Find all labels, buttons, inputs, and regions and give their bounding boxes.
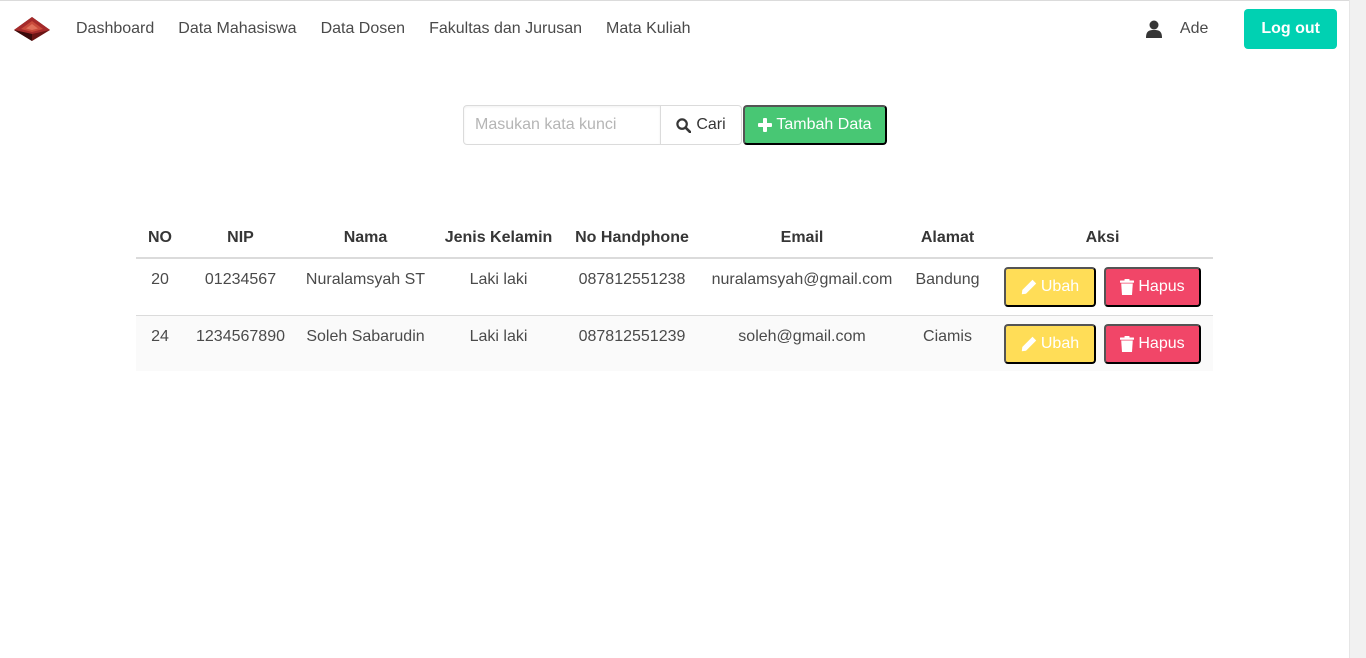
trash-icon bbox=[1120, 335, 1135, 352]
edit-button-label: Ubah bbox=[1040, 334, 1080, 352]
cell-nama: Nuralamsyah ST bbox=[297, 258, 434, 316]
logout-button[interactable]: Log out bbox=[1244, 9, 1337, 49]
header-nama: Nama bbox=[297, 218, 434, 259]
cell-nama: Soleh Sabarudin bbox=[306, 327, 425, 345]
user-menu[interactable]: Ade bbox=[1145, 20, 1209, 38]
vertical-scrollbar[interactable] bbox=[1349, 0, 1366, 658]
edit-button-label: Ubah bbox=[1040, 278, 1080, 295]
nav-fakultas-jurusan[interactable]: Fakultas dan Jurusan bbox=[417, 1, 594, 57]
cell-no: 24 bbox=[151, 327, 169, 345]
nav-dashboard[interactable]: Dashboard bbox=[64, 1, 166, 57]
nav-mata-kuliah[interactable]: Mata Kuliah bbox=[594, 1, 703, 57]
nav-right: Ade Log out bbox=[1145, 1, 1337, 57]
pencil-icon bbox=[1021, 336, 1037, 351]
header-no: NO bbox=[136, 218, 184, 259]
pyramid-logo-icon bbox=[14, 17, 50, 41]
cell-alamat: Ciamis bbox=[923, 327, 972, 345]
cell-jenis-kelamin: Laki laki bbox=[434, 258, 563, 316]
nav-data-mahasiswa[interactable]: Data Mahasiswa bbox=[166, 1, 308, 57]
pencil-icon bbox=[1021, 279, 1037, 295]
search-input[interactable] bbox=[463, 105, 661, 145]
brand-logo[interactable] bbox=[0, 1, 64, 57]
navbar: Dashboard Data Mahasiswa Data Dosen Faku… bbox=[0, 1, 1349, 57]
nav-data-dosen[interactable]: Data Dosen bbox=[309, 1, 418, 57]
cell-no-handphone: 087812551239 bbox=[578, 327, 686, 345]
table-row: 20 01234567 Nuralamsyah ST Laki laki 087… bbox=[136, 258, 1213, 316]
header-jenis-kelamin: Jenis Kelamin bbox=[434, 218, 563, 259]
header-email: Email bbox=[701, 218, 903, 259]
edit-button[interactable]: Ubah bbox=[1004, 323, 1096, 364]
header-no-handphone: No Handphone bbox=[563, 218, 701, 259]
cell-jenis-kelamin: Laki laki bbox=[469, 327, 528, 345]
cell-aksi: Ubah Hapus bbox=[992, 315, 1213, 371]
edit-button[interactable]: Ubah bbox=[1004, 267, 1096, 307]
cell-email: soleh@gmail.com bbox=[738, 327, 866, 345]
add-data-button[interactable]: Tambah Data bbox=[743, 105, 887, 145]
delete-button-label: Hapus bbox=[1138, 334, 1185, 352]
user-name: Ade bbox=[1179, 20, 1209, 37]
user-icon bbox=[1145, 20, 1162, 38]
search-button-label: Cari bbox=[696, 116, 726, 133]
add-data-label: Tambah Data bbox=[776, 116, 872, 133]
search-icon bbox=[676, 117, 692, 133]
delete-button[interactable]: Hapus bbox=[1104, 267, 1201, 307]
cell-aksi: Ubah Hapus bbox=[992, 258, 1213, 316]
cell-alamat: Bandung bbox=[903, 258, 992, 316]
header-nip: NIP bbox=[184, 218, 297, 259]
header-aksi: Aksi bbox=[992, 218, 1213, 259]
cell-no: 20 bbox=[136, 258, 184, 316]
table-row: 24 1234567890 Soleh Sabarudin Laki laki … bbox=[136, 315, 1213, 371]
header-alamat: Alamat bbox=[903, 218, 992, 259]
plus-icon bbox=[758, 118, 773, 132]
trash-icon bbox=[1120, 279, 1135, 295]
cell-email: nuralamsyah@gmail.com bbox=[701, 258, 903, 316]
delete-button-label: Hapus bbox=[1138, 278, 1185, 295]
search-button[interactable]: Cari bbox=[661, 105, 742, 145]
delete-button[interactable]: Hapus bbox=[1104, 323, 1201, 364]
cell-nip: 1234567890 bbox=[196, 327, 285, 345]
cell-nip: 01234567 bbox=[184, 258, 297, 316]
table-header-row: NO NIP Nama Jenis Kelamin No Handphone E… bbox=[136, 218, 1213, 259]
cell-no-handphone: 087812551238 bbox=[563, 258, 701, 316]
search-bar: Cari Tambah Data bbox=[463, 105, 887, 145]
dosen-table: NO NIP Nama Jenis Kelamin No Handphone E… bbox=[136, 218, 1213, 371]
